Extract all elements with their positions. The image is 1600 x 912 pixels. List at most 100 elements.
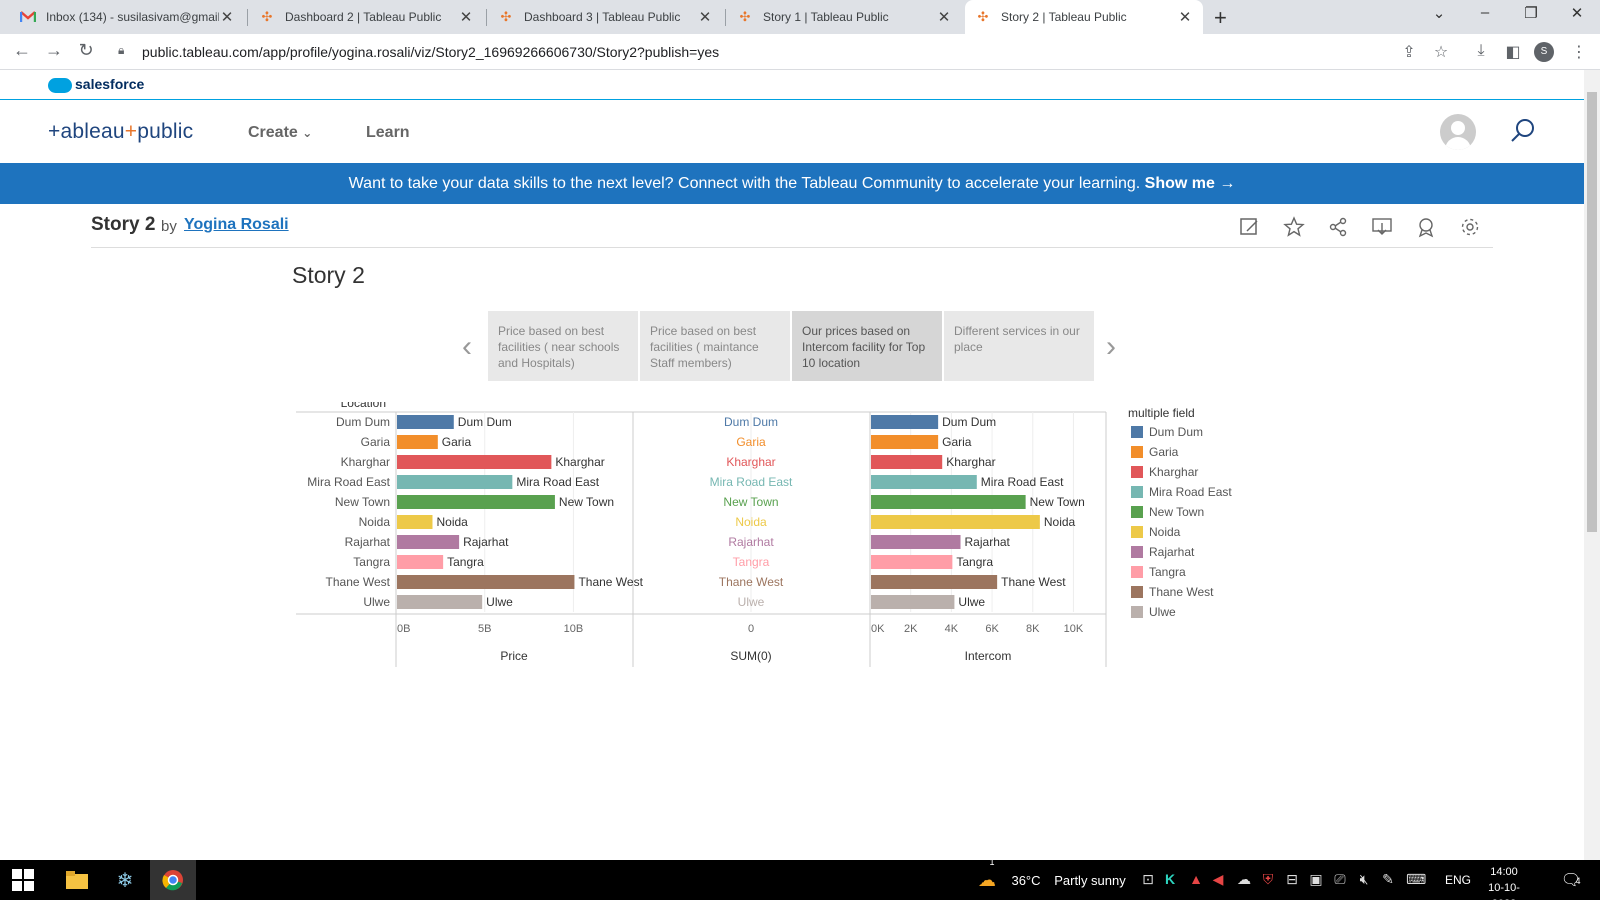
download-icon[interactable]: ⤓ (1470, 42, 1492, 60)
nav-create[interactable]: Create ⌄ (248, 124, 312, 142)
windows-start-icon[interactable] (0, 860, 46, 900)
close-icon[interactable]: ✕ (936, 8, 952, 26)
legend-item[interactable]: Thane West (1131, 585, 1213, 599)
network-icon[interactable]: ⎚ (1330, 871, 1350, 888)
tab-dashboard-2[interactable]: ✣ Dashboard 2 | Tableau Public ✕ (249, 0, 484, 34)
profile-avatar[interactable]: S (1534, 42, 1554, 62)
tab-gmail[interactable]: Inbox (134) - susilasivam@gmail. ✕ (10, 0, 245, 34)
window-close-icon[interactable]: ✕ (1562, 4, 1592, 22)
volume-muted-icon[interactable]: 🔇︎ (1354, 871, 1374, 888)
bar (871, 555, 953, 569)
salesforce-label[interactable]: salesforce (75, 76, 144, 92)
download-viz-icon[interactable] (1371, 216, 1393, 238)
browser-tab-bar: Inbox (134) - susilasivam@gmail. ✕ ✣ Das… (0, 0, 1600, 34)
tab-story-2[interactable]: ✣ Story 2 | Tableau Public ✕ (965, 0, 1203, 34)
page-scrollbar[interactable] (1584, 70, 1600, 860)
search-icon[interactable] (1508, 116, 1538, 146)
story-navigator: Price based on best facilities ( near sc… (488, 311, 1094, 381)
user-avatar[interactable] (1440, 114, 1476, 150)
story-point-1[interactable]: Price based on best facilities ( near sc… (488, 311, 638, 381)
user-tray-icon[interactable]: ⊡ (1138, 871, 1158, 888)
minimize-icon[interactable]: – (1470, 4, 1500, 21)
tableau-public-logo[interactable]: +ableau+public (48, 120, 193, 144)
file-explorer-icon[interactable] (54, 860, 100, 900)
bookmark-star-icon[interactable]: ☆ (1430, 42, 1452, 62)
legend-item[interactable]: Mira Road East (1131, 485, 1232, 499)
menu-kebab-icon[interactable]: ⋮ (1568, 42, 1590, 62)
story-point-4[interactable]: Different services in our place (944, 311, 1094, 381)
url-field[interactable]: 🔒︎ public.tableau.com/app/profile/yogina… (110, 38, 1420, 66)
weather-temp[interactable]: 36°C (1006, 860, 1046, 900)
legend-swatch (1131, 466, 1143, 478)
weather-text[interactable]: Partly sunny (1050, 860, 1130, 900)
usb-icon[interactable]: ⊟ (1282, 871, 1302, 888)
nav-learn[interactable]: Learn (366, 124, 410, 142)
category-label: Kharghar (341, 455, 390, 469)
side-panel-icon[interactable]: ◧ (1502, 42, 1524, 62)
author-link[interactable]: Yogina Rosali (184, 216, 289, 234)
bar-chart: Location Dum Dum Garia Kharghar Mira Road Ea… (296, 396, 1226, 692)
share-nodes-icon[interactable] (1327, 216, 1349, 238)
legend-item[interactable]: Rajarhat (1131, 545, 1194, 559)
story-prev-arrow-icon[interactable]: ‹ (462, 330, 472, 364)
bar-data-label: Dum Dum (942, 415, 996, 429)
story-title: Story 2 (292, 262, 365, 288)
bar (871, 595, 955, 609)
story-point-2[interactable]: Price based on best facilities ( maintan… (640, 311, 790, 381)
edit-viz-icon[interactable] (1239, 216, 1261, 238)
salesforce-cloud-icon[interactable] (48, 78, 72, 93)
show-me-link[interactable]: Show me → (1145, 175, 1236, 192)
tableau-icon: ✣ (500, 9, 512, 24)
onedrive-cloud-icon[interactable]: ☁ (1234, 871, 1254, 888)
legend-item[interactable]: Kharghar (1131, 465, 1198, 479)
axis-tick-label: 6K (985, 623, 999, 635)
logo-text-tableau: +ableau (48, 120, 125, 143)
forward-arrow-icon[interactable]: → (42, 40, 66, 61)
k-app-icon[interactable]: K (1160, 871, 1180, 887)
speaker-red-icon[interactable]: ◀ (1208, 871, 1228, 888)
bar-data-label: Garia (736, 435, 766, 449)
clock[interactable]: 14:00 10-10-2023 (1476, 864, 1532, 912)
restore-icon[interactable]: ❐ (1516, 4, 1546, 22)
scrollbar-thumb[interactable] (1587, 92, 1597, 532)
nav-create-label: Create (248, 124, 298, 141)
legend-item[interactable]: Ulwe (1131, 605, 1176, 619)
back-arrow-icon[interactable]: ← (10, 40, 34, 61)
chrome-icon[interactable] (150, 860, 196, 900)
salesforce-bar: salesforce (0, 70, 1584, 100)
tab-title: Story 1 | Tableau Public (763, 10, 889, 24)
legend-item[interactable]: Noida (1131, 525, 1180, 539)
bar-data-label: Noida (436, 515, 468, 529)
legend-label: Noida (1149, 525, 1181, 539)
site-header: +ableau+public Create ⌄ Learn (0, 100, 1584, 163)
legend-item[interactable]: Garia (1131, 445, 1178, 459)
legend-item[interactable]: Tangra (1131, 565, 1186, 579)
tab-dashboard-3[interactable]: ✣ Dashboard 3 | Tableau Public ✕ (488, 0, 723, 34)
tab-search-chevron-icon[interactable]: ⌄ (1424, 4, 1454, 22)
close-icon[interactable]: ✕ (697, 8, 713, 26)
close-icon[interactable]: ✕ (219, 8, 235, 26)
warning-icon[interactable]: ▲ (1186, 871, 1206, 887)
snowflake-app-icon[interactable]: ❄ (102, 860, 148, 900)
story-point-3[interactable]: Our prices based on Intercom facility fo… (792, 311, 942, 381)
bar-data-label: Mira Road East (516, 475, 599, 489)
story-next-arrow-icon[interactable]: › (1106, 330, 1116, 364)
language-indicator[interactable]: ENG (1440, 860, 1476, 900)
tab-story-1[interactable]: ✣ Story 1 | Tableau Public ✕ (727, 0, 962, 34)
legend-item[interactable]: New Town (1131, 505, 1204, 519)
new-tab-button[interactable]: + (1214, 5, 1227, 31)
close-icon[interactable]: ✕ (458, 8, 474, 26)
close-icon[interactable]: ✕ (1177, 8, 1193, 26)
keyboard-icon[interactable]: ⌨ (1406, 871, 1426, 888)
favorite-star-icon[interactable] (1283, 216, 1305, 238)
legend-item[interactable]: Dum Dum (1131, 425, 1203, 439)
vc-icon[interactable]: ▣ (1306, 871, 1326, 888)
reload-icon[interactable]: ↻ (74, 40, 98, 61)
share-icon[interactable]: ⇪ (1398, 42, 1420, 62)
shield-icon[interactable]: ⛨ (1258, 871, 1278, 888)
axis-tick-label: 10K (1064, 623, 1084, 635)
badge-ribbon-icon[interactable] (1415, 216, 1437, 238)
bar (397, 555, 444, 569)
pen-icon[interactable]: ✎ (1378, 871, 1398, 888)
settings-gear-icon[interactable] (1459, 216, 1481, 238)
